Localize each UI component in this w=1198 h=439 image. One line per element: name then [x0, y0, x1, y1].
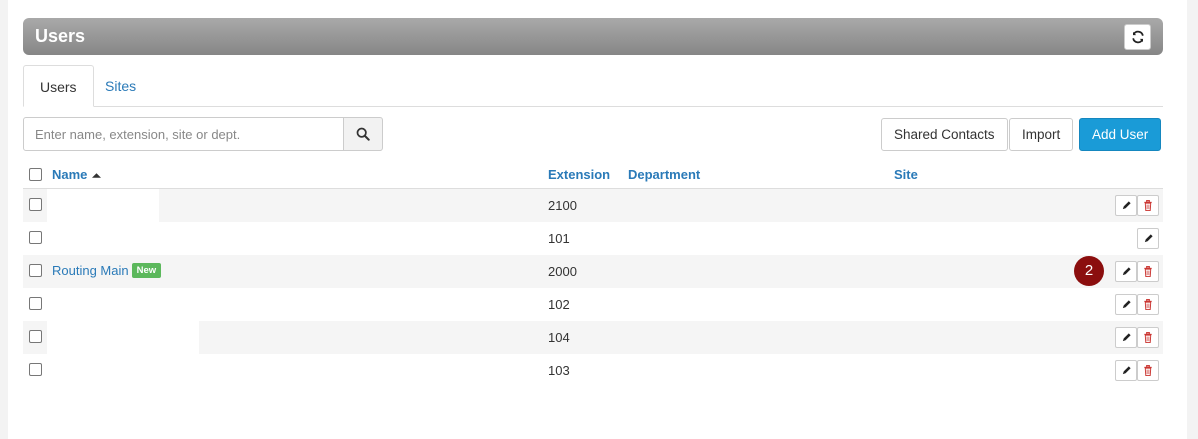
- refresh-button[interactable]: [1124, 24, 1151, 50]
- step-marker: 2: [1074, 256, 1104, 286]
- row-checkbox[interactable]: [29, 231, 42, 244]
- column-name[interactable]: Name: [52, 167, 102, 182]
- table-row: 104: [23, 321, 1163, 354]
- extension-cell: 2100: [548, 198, 577, 213]
- column-extension[interactable]: Extension: [548, 167, 610, 182]
- trash-icon: [1144, 266, 1152, 277]
- new-badge: New: [131, 263, 162, 279]
- redacted-name: [47, 189, 159, 222]
- refresh-icon: [1131, 30, 1144, 44]
- trash-icon: [1144, 332, 1152, 343]
- pencil-icon: [1122, 366, 1131, 375]
- table-row: Routing Main New 2000 2: [23, 255, 1163, 288]
- pencil-icon: [1144, 234, 1153, 243]
- user-name-link[interactable]: Routing Main: [52, 263, 129, 278]
- row-checkbox[interactable]: [29, 297, 42, 310]
- table-row: 2100: [23, 189, 1163, 222]
- edit-button[interactable]: [1137, 228, 1159, 249]
- edit-button[interactable]: [1115, 195, 1137, 216]
- extension-cell: 2000: [548, 264, 577, 279]
- pencil-icon: [1122, 300, 1131, 309]
- search-input[interactable]: [23, 117, 344, 151]
- delete-button[interactable]: [1137, 327, 1159, 348]
- edit-button[interactable]: [1115, 327, 1137, 348]
- trash-icon: [1144, 200, 1152, 211]
- extension-cell: 104: [548, 330, 570, 345]
- edit-button[interactable]: [1115, 360, 1137, 381]
- select-all-checkbox[interactable]: [29, 168, 42, 181]
- import-button[interactable]: Import: [1009, 118, 1074, 151]
- row-checkbox[interactable]: [29, 330, 42, 343]
- column-site[interactable]: Site: [894, 167, 918, 182]
- row-checkbox[interactable]: [29, 198, 42, 211]
- tab-sites[interactable]: Sites: [89, 65, 152, 107]
- redacted-name: [47, 321, 199, 354]
- pencil-icon: [1122, 267, 1131, 276]
- extension-cell: 103: [548, 363, 570, 378]
- trash-icon: [1144, 365, 1152, 376]
- column-department[interactable]: Department: [628, 167, 700, 182]
- column-name-label: Name: [52, 167, 88, 182]
- tab-users[interactable]: Users: [23, 65, 94, 107]
- add-user-button[interactable]: Add User: [1079, 118, 1162, 151]
- users-panel: Users Users Sites Shared Contacts Import…: [8, 0, 1187, 439]
- page-title: Users: [35, 26, 86, 46]
- delete-button[interactable]: [1137, 294, 1159, 315]
- table-row: 102: [23, 288, 1163, 321]
- extension-cell: 102: [548, 297, 570, 312]
- pencil-icon: [1122, 201, 1131, 210]
- row-checkbox[interactable]: [29, 264, 42, 277]
- name-cell: Routing Main New: [52, 263, 162, 279]
- tab-bar: Users Sites: [23, 65, 1163, 107]
- pencil-icon: [1122, 333, 1131, 342]
- panel-header: Users: [23, 18, 1163, 55]
- shared-contacts-button[interactable]: Shared Contacts: [881, 118, 1008, 151]
- edit-button[interactable]: [1115, 261, 1137, 282]
- search-icon: [356, 127, 370, 141]
- delete-button[interactable]: [1137, 261, 1159, 282]
- delete-button[interactable]: [1137, 360, 1159, 381]
- row-checkbox[interactable]: [29, 363, 42, 376]
- table-row: 101: [23, 222, 1163, 255]
- extension-cell: 101: [548, 231, 570, 246]
- delete-button[interactable]: [1137, 195, 1159, 216]
- table-row: 103: [23, 354, 1163, 387]
- table-header: Name Extension Department Site: [23, 159, 1163, 190]
- sort-ascending-icon: [92, 173, 102, 178]
- search-button[interactable]: [343, 117, 383, 151]
- edit-button[interactable]: [1115, 294, 1137, 315]
- trash-icon: [1144, 299, 1152, 310]
